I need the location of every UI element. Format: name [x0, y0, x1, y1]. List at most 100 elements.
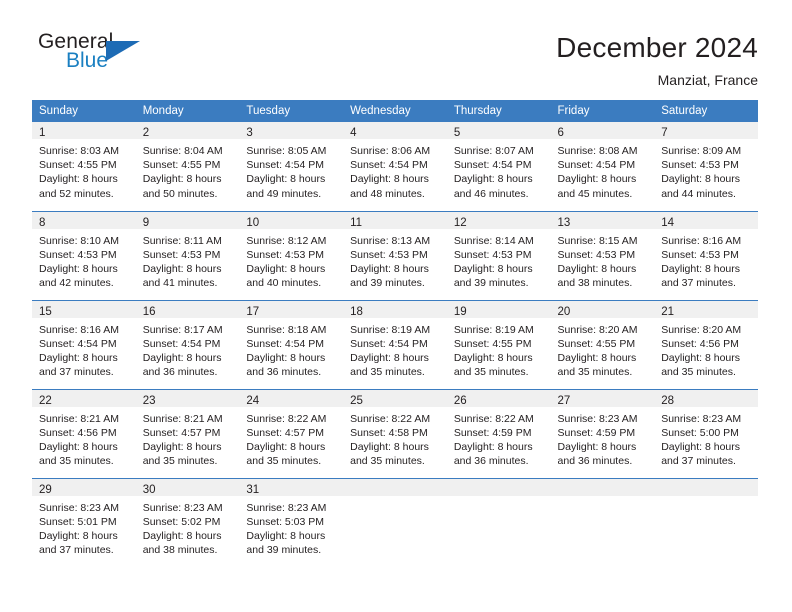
sunset-text: Sunset: 4:57 PM: [142, 426, 221, 439]
weekday-header-sunday: Sunday: [32, 100, 136, 122]
day-cell-content: [343, 478, 447, 568]
sunset-text: Sunset: 4:53 PM: [557, 248, 636, 261]
day-number-band: 8: [32, 211, 136, 229]
calendar-day-cell[interactable]: 16 Sunrise: 8:17 AM Sunset: 4:54 PM Dayligh…: [135, 299, 240, 389]
daylight-text-line2: and 36 minutes.: [557, 455, 633, 468]
calendar-day-cell[interactable]: 15 Sunrise: 8:16 AM Sunset: 4:54 PM Dayligh…: [32, 299, 136, 389]
calendar-day-cell[interactable]: 23 Sunrise: 8:21 AM Sunset: 4:57 PM Dayligh…: [135, 388, 240, 478]
calendar-day-cell[interactable]: 2 Sunrise: 8:04 AM Sunset: 4:55 PM Daylight…: [135, 122, 240, 211]
calendar-day-cell[interactable]: 24 Sunrise: 8:22 AM Sunset: 4:57 PM Dayligh…: [239, 388, 344, 478]
daylight-text-line1: Daylight: 8 hours: [39, 173, 118, 186]
daylight-text-line2: and 35 minutes.: [661, 366, 736, 379]
sunrise-text: Sunrise: 8:14 AM: [453, 234, 534, 247]
day-cell-content: 1 Sunrise: 8:03 AM Sunset: 4:55 PM Daylight…: [32, 122, 136, 211]
daylight-text-line1: Daylight: 8 hours: [246, 262, 326, 275]
daylight-text-line2: and 42 minutes.: [39, 277, 114, 290]
day-number: 29: [39, 483, 52, 496]
sunset-text: Sunset: 5:00 PM: [661, 426, 739, 439]
calendar-day-cell[interactable]: 14 Sunrise: 8:16 AM Sunset: 4:53 PM Dayligh…: [654, 210, 758, 300]
day-number-band: 13: [550, 211, 655, 229]
calendar-day-cell[interactable]: 21 Sunrise: 8:20 AM Sunset: 4:56 PM Dayligh…: [654, 299, 758, 389]
sunrise-text: Sunrise: 8:23 AM: [142, 501, 223, 514]
day-info: Sunrise: 8:23 AM Sunset: 5:00 PM Daylight:…: [654, 407, 758, 469]
daylight-text-line1: Daylight: 8 hours: [39, 440, 118, 453]
daylight-text-line2: and 35 minutes.: [350, 366, 425, 379]
day-number-band: [550, 478, 655, 496]
daylight-text-line2: and 48 minutes.: [350, 187, 425, 200]
calendar-day-cell[interactable]: 26 Sunrise: 8:22 AM Sunset: 4:59 PM Dayligh…: [446, 388, 551, 478]
day-number: 12: [453, 216, 467, 229]
calendar-day-cell[interactable]: 1 Sunrise: 8:03 AM Sunset: 4:55 PM Daylight…: [32, 122, 136, 211]
day-info: Sunrise: 8:16 AM Sunset: 4:54 PM Daylight:…: [32, 318, 136, 380]
weekday-header-monday: Monday: [135, 100, 240, 122]
daylight-text-line2: and 52 minutes.: [39, 187, 114, 200]
calendar-day-cell[interactable]: 31 Sunrise: 8:23 AM Sunset: 5:03 PM Dayligh…: [239, 477, 344, 568]
calendar-day-cell[interactable]: 30 Sunrise: 8:23 AM Sunset: 5:02 PM Dayligh…: [135, 477, 240, 567]
day-cell-content: 8 Sunrise: 8:10 AM Sunset: 4:53 PM Daylight…: [32, 211, 136, 300]
calendar-day-cell[interactable]: 3 Sunrise: 8:05 AM Sunset: 4:54 PM Daylight…: [239, 122, 344, 211]
day-number: 3: [246, 127, 253, 139]
calendar-day-cell[interactable]: [550, 477, 655, 567]
calendar-day-cell[interactable]: [343, 477, 447, 568]
calendar-day-cell[interactable]: 17 Sunrise: 8:18 AM Sunset: 4:54 PM Dayligh…: [239, 299, 344, 389]
day-number-band: 19: [446, 300, 551, 318]
day-number-band: 11: [343, 211, 447, 229]
day-info: Sunrise: 8:21 AM Sunset: 4:57 PM Daylight:…: [136, 407, 240, 469]
day-number: 7: [661, 127, 668, 139]
day-cell-content: 5 Sunrise: 8:07 AM Sunset: 4:54 PM Daylight…: [446, 122, 551, 211]
daylight-text-line1: Daylight: 8 hours: [661, 173, 741, 186]
day-cell-content: 31 Sunrise: 8:23 AM Sunset: 5:03 PM Dayligh…: [239, 478, 344, 568]
daylight-text-line1: Daylight: 8 hours: [350, 440, 429, 453]
calendar-day-cell[interactable]: 8 Sunrise: 8:10 AM Sunset: 4:53 PM Daylight…: [32, 210, 136, 300]
sunrise-text: Sunrise: 8:22 AM: [246, 412, 327, 425]
calendar-day-cell[interactable]: 18 Sunrise: 8:19 AM Sunset: 4:54 PM Dayligh…: [343, 299, 447, 389]
sunset-text: Sunset: 4:55 PM: [557, 337, 636, 350]
day-number-band: 15: [32, 300, 136, 318]
calendar-day-cell[interactable]: 11 Sunrise: 8:13 AM Sunset: 4:53 PM Dayligh…: [343, 210, 447, 300]
day-number-band: 2: [135, 122, 240, 139]
calendar-day-cell[interactable]: 10 Sunrise: 8:12 AM Sunset: 4:53 PM Dayligh…: [239, 210, 344, 300]
calendar-day-cell[interactable]: 4 Sunrise: 8:06 AM Sunset: 4:54 PM Daylight…: [343, 122, 447, 211]
day-info: Sunrise: 8:22 AM Sunset: 4:59 PM Daylight:…: [447, 407, 551, 469]
day-cell-content: 13 Sunrise: 8:15 AM Sunset: 4:53 PM Dayligh…: [550, 211, 655, 300]
calendar-day-cell[interactable]: 20 Sunrise: 8:20 AM Sunset: 4:55 PM Dayligh…: [550, 299, 655, 389]
calendar-day-cell[interactable]: 13 Sunrise: 8:15 AM Sunset: 4:53 PM Dayligh…: [550, 210, 655, 300]
calendar-day-cell[interactable]: 5 Sunrise: 8:07 AM Sunset: 4:54 PM Daylight…: [446, 122, 551, 211]
sunrise-text: Sunrise: 8:06 AM: [350, 145, 431, 157]
daylight-text-line1: Daylight: 8 hours: [246, 440, 326, 453]
daylight-text-line2: and 39 minutes.: [453, 277, 529, 290]
calendar-day-cell[interactable]: 29 Sunrise: 8:23 AM Sunset: 5:01 PM Dayligh…: [32, 477, 136, 567]
day-number-band: 25: [343, 389, 447, 407]
calendar-day-cell[interactable]: 25 Sunrise: 8:22 AM Sunset: 4:58 PM Dayligh…: [343, 388, 447, 478]
calendar-day-cell[interactable]: [446, 477, 551, 567]
calendar-day-cell[interactable]: 28 Sunrise: 8:23 AM Sunset: 5:00 PM Dayligh…: [654, 388, 758, 478]
day-number-band: 27: [550, 389, 655, 407]
calendar-day-cell[interactable]: 6 Sunrise: 8:08 AM Sunset: 4:54 PM Daylight…: [550, 122, 655, 211]
day-info: Sunrise: 8:22 AM Sunset: 4:58 PM Daylight:…: [343, 407, 447, 469]
general-blue-logo[interactable]: General Blue: [32, 30, 158, 82]
day-number: 11: [350, 216, 363, 229]
day-number-band: 7: [654, 122, 758, 139]
day-cell-content: 3 Sunrise: 8:05 AM Sunset: 4:54 PM Daylight…: [239, 122, 344, 211]
calendar-day-cell[interactable]: 19 Sunrise: 8:19 AM Sunset: 4:55 PM Dayligh…: [446, 299, 551, 389]
calendar-day-cell[interactable]: 22 Sunrise: 8:21 AM Sunset: 4:56 PM Dayligh…: [32, 388, 136, 478]
daylight-text-line1: Daylight: 8 hours: [39, 262, 118, 275]
day-info: [447, 496, 551, 501]
sunset-text: Sunset: 4:53 PM: [661, 159, 739, 172]
day-number: 1: [39, 127, 46, 139]
day-cell-content: 21 Sunrise: 8:20 AM Sunset: 4:56 PM Dayligh…: [654, 300, 758, 389]
day-cell-content: 19 Sunrise: 8:19 AM Sunset: 4:55 PM Dayligh…: [446, 300, 551, 389]
calendar-day-cell[interactable]: 9 Sunrise: 8:11 AM Sunset: 4:53 PM Daylight…: [135, 210, 240, 300]
day-number-band: 28: [654, 389, 758, 407]
calendar-day-cell[interactable]: 12 Sunrise: 8:14 AM Sunset: 4:53 PM Dayligh…: [446, 210, 551, 300]
calendar-day-cell[interactable]: [654, 477, 758, 567]
daylight-text-line1: Daylight: 8 hours: [557, 262, 637, 275]
calendar-day-cell[interactable]: 27 Sunrise: 8:23 AM Sunset: 4:59 PM Dayligh…: [550, 388, 655, 478]
day-number-band: 4: [343, 122, 447, 139]
daylight-text-line2: and 37 minutes.: [39, 366, 114, 379]
daylight-text-line2: and 46 minutes.: [453, 187, 529, 200]
title-block: December 2024 Manziat, France: [556, 30, 758, 90]
daylight-text-line2: and 49 minutes.: [246, 187, 322, 200]
calendar-day-cell[interactable]: 7 Sunrise: 8:09 AM Sunset: 4:53 PM Daylight…: [654, 122, 758, 211]
daylight-text-line1: Daylight: 8 hours: [557, 351, 637, 364]
